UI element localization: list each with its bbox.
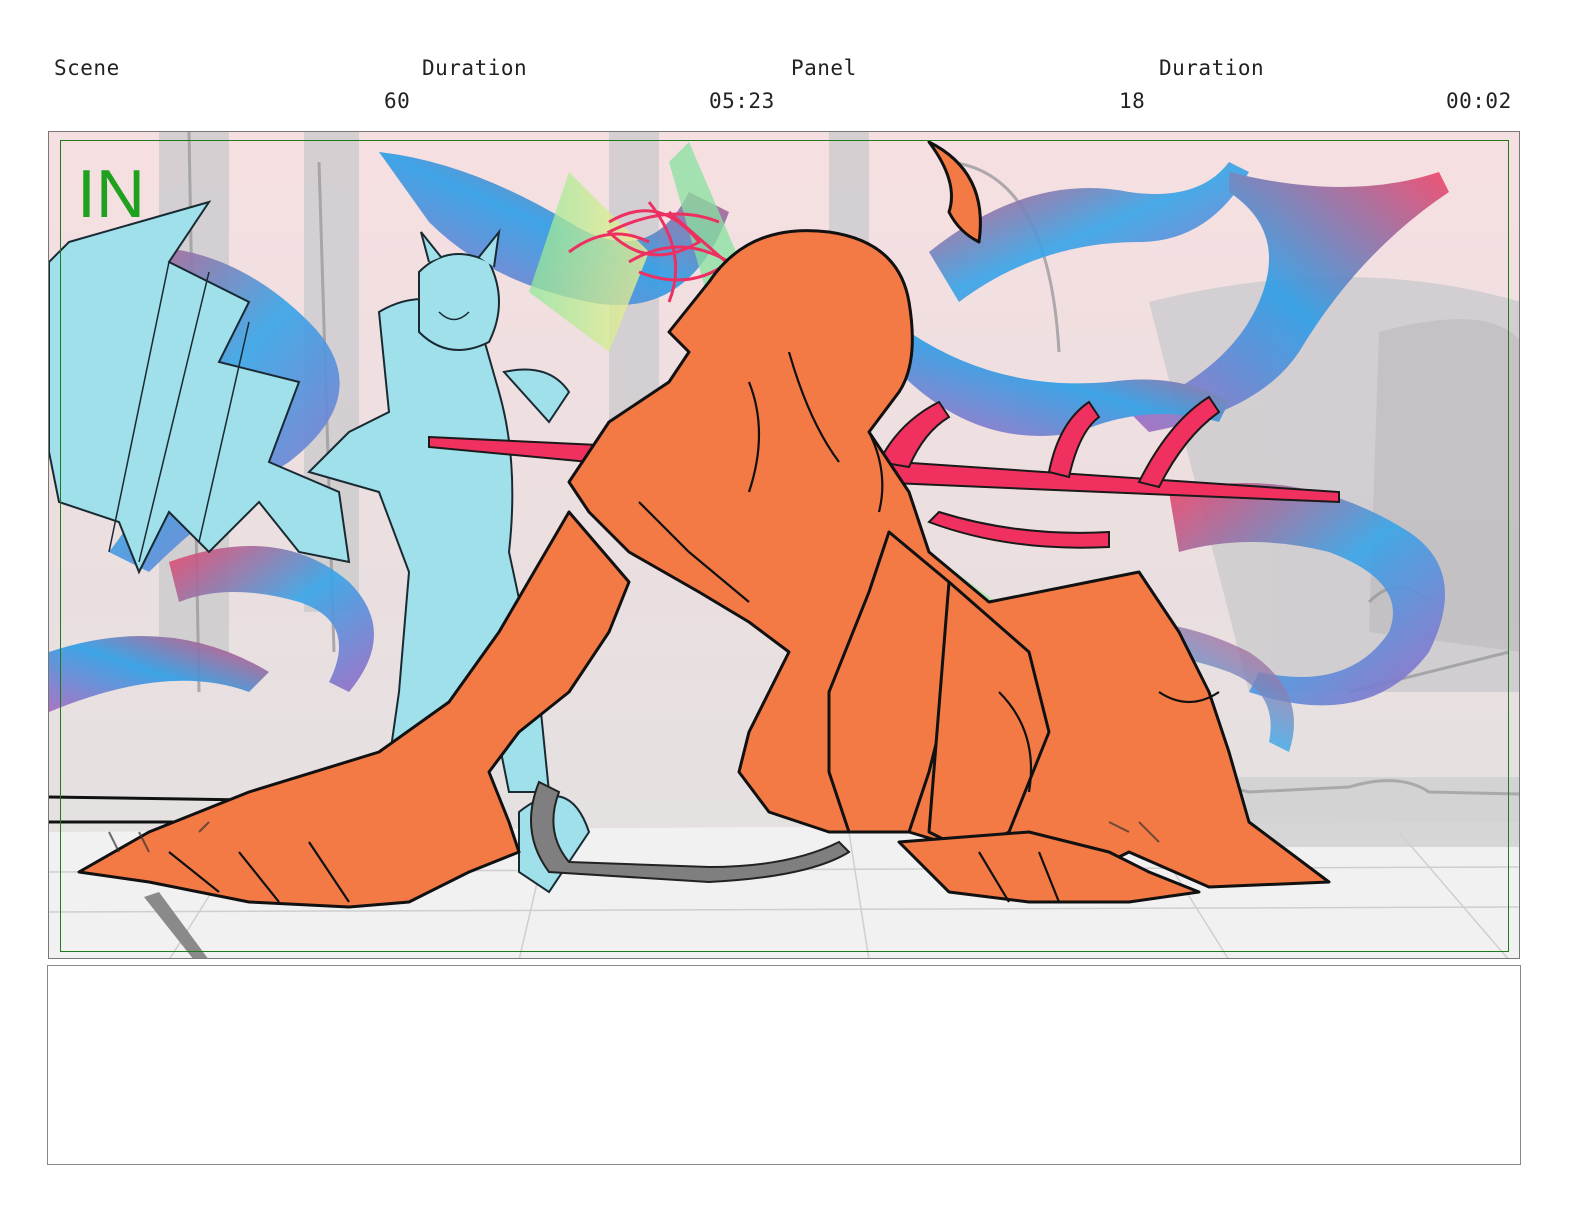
panel-number: 18 (1119, 89, 1146, 113)
scene-label: Scene (54, 56, 120, 80)
panel-artwork (49, 132, 1519, 958)
scene-number: 60 (384, 89, 411, 113)
panel-duration-label: Duration (1159, 56, 1265, 80)
storyboard-panel[interactable]: IN (48, 131, 1520, 959)
panel-notes-box[interactable] (47, 965, 1521, 1165)
transition-in-label: IN (77, 156, 145, 232)
panel-label: Panel (791, 56, 857, 80)
scene-duration-label: Duration (422, 56, 528, 80)
scene-duration-value: 05:23 (709, 89, 775, 113)
panel-duration-value: 00:02 (1446, 89, 1512, 113)
panel-notes-text (48, 966, 1520, 986)
